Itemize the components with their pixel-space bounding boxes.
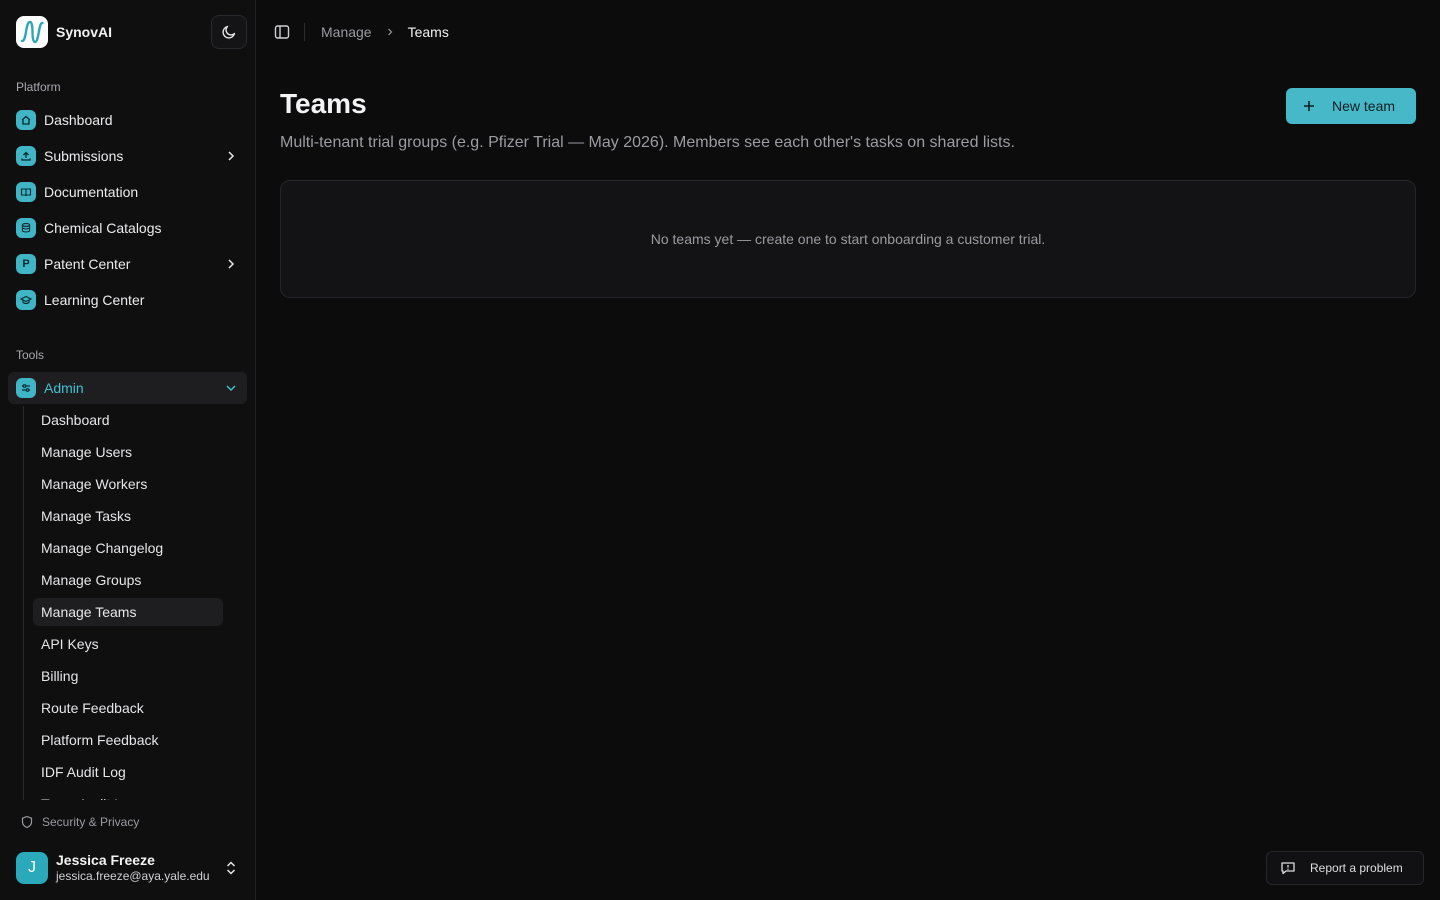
chevron-down-icon <box>226 385 236 392</box>
sidebar: SynovAI Platform Dashboard Submissions D… <box>0 0 256 900</box>
sidebar-item-label: Chemical Catalogs <box>44 220 162 236</box>
submenu-guide-line <box>23 406 24 800</box>
empty-state-message: No teams yet — create one to start onboa… <box>650 231 1046 247</box>
platform-section-label: Platform <box>16 80 61 94</box>
page-title: Teams <box>280 88 367 119</box>
chevron-right-icon <box>228 151 235 161</box>
sidebar-item-label: Admin <box>44 380 84 396</box>
report-problem-button[interactable]: Report a problem <box>1266 851 1424 885</box>
sidebar-scroll-area: SynovAI Platform Dashboard Submissions D… <box>0 0 256 800</box>
sidebar-item-documentation[interactable]: Documentation <box>8 176 247 208</box>
admin-subitem-manage-changelog[interactable]: Manage Changelog <box>33 534 223 562</box>
admin-subitem-manage-tasks[interactable]: Manage Tasks <box>33 502 223 530</box>
teams-empty-state: No teams yet — create one to start onboa… <box>280 180 1416 298</box>
admin-subitem-platform-feedback[interactable]: Platform Feedback <box>33 726 223 754</box>
header-divider <box>304 23 305 41</box>
p-letter-icon: P <box>16 254 36 274</box>
admin-subitem-api-keys[interactable]: API Keys <box>33 630 223 658</box>
sidebar-item-label: Patent Center <box>44 256 131 272</box>
sidebar-item-label: Dashboard <box>44 112 113 128</box>
page-subtitle: Multi-tenant trial groups (e.g. Pfizer T… <box>280 134 1015 151</box>
brand[interactable]: SynovAI <box>16 16 112 48</box>
sidebar-item-admin[interactable]: Admin <box>8 372 247 404</box>
message-alert-icon <box>1281 862 1295 875</box>
settings-sliders-icon <box>16 378 36 398</box>
admin-subitem-billing[interactable]: Billing <box>33 662 223 690</box>
sidebar-item-label: Learning Center <box>44 292 145 308</box>
avatar: J <box>16 852 48 884</box>
admin-subitem-manage-groups[interactable]: Manage Groups <box>33 566 223 594</box>
upload-icon <box>16 146 36 166</box>
user-email: jessica.freeze@aya.yale.edu <box>56 869 210 883</box>
home-icon <box>16 110 36 130</box>
security-privacy-link[interactable]: Security & Privacy <box>20 812 139 832</box>
sidebar-toggle-icon[interactable] <box>274 24 290 40</box>
admin-subitem-manage-teams[interactable]: Manage Teams <box>33 598 223 626</box>
admin-subitem-dashboard[interactable]: Dashboard <box>33 406 223 434</box>
user-menu[interactable]: J Jessica Freeze jessica.freeze@aya.yale… <box>16 852 248 884</box>
admin-subitem-idf-audit-log[interactable]: IDF Audit Log <box>33 758 223 786</box>
plus-icon <box>1304 101 1314 111</box>
admin-subitem-team-audit-log[interactable]: Team Audit Log <box>33 790 223 800</box>
user-name: Jessica Freeze <box>56 852 155 868</box>
chevron-right-icon <box>228 259 235 269</box>
sidebar-item-label: Submissions <box>44 148 124 164</box>
sidebar-item-learning-center[interactable]: Learning Center <box>8 284 247 316</box>
synovai-logo-icon <box>16 16 48 48</box>
book-icon <box>16 182 36 202</box>
breadcrumb: Manage Teams <box>321 22 449 42</box>
theme-toggle-button[interactable] <box>211 15 247 49</box>
sidebar-item-chemical-catalogs[interactable]: Chemical Catalogs <box>8 212 247 244</box>
tools-section-label: Tools <box>16 348 45 362</box>
top-bar: Manage Teams <box>256 0 1440 64</box>
brand-name: SynovAI <box>56 24 113 40</box>
breadcrumb-teams: Teams <box>407 24 449 40</box>
graduation-cap-icon <box>16 290 36 310</box>
sidebar-item-patent-center[interactable]: P Patent Center <box>8 248 247 280</box>
shield-icon <box>21 815 33 829</box>
admin-subitem-manage-workers[interactable]: Manage Workers <box>33 470 223 498</box>
moon-icon <box>222 25 236 39</box>
sidebar-item-label: Documentation <box>44 184 139 200</box>
chevrons-up-down-icon <box>226 861 236 875</box>
database-icon <box>16 218 36 238</box>
chevron-right-icon <box>384 26 396 38</box>
security-privacy-label: Security & Privacy <box>42 815 140 829</box>
report-problem-label: Report a problem <box>1310 861 1403 875</box>
new-team-button[interactable]: New team <box>1286 88 1416 124</box>
sidebar-item-submissions[interactable]: Submissions <box>8 140 247 172</box>
breadcrumb-manage[interactable]: Manage <box>321 24 372 40</box>
new-team-label: New team <box>1332 98 1396 114</box>
admin-subitem-route-feedback[interactable]: Route Feedback <box>33 694 223 722</box>
sidebar-item-dashboard[interactable]: Dashboard <box>8 104 247 136</box>
admin-subitem-manage-users[interactable]: Manage Users <box>33 438 223 466</box>
